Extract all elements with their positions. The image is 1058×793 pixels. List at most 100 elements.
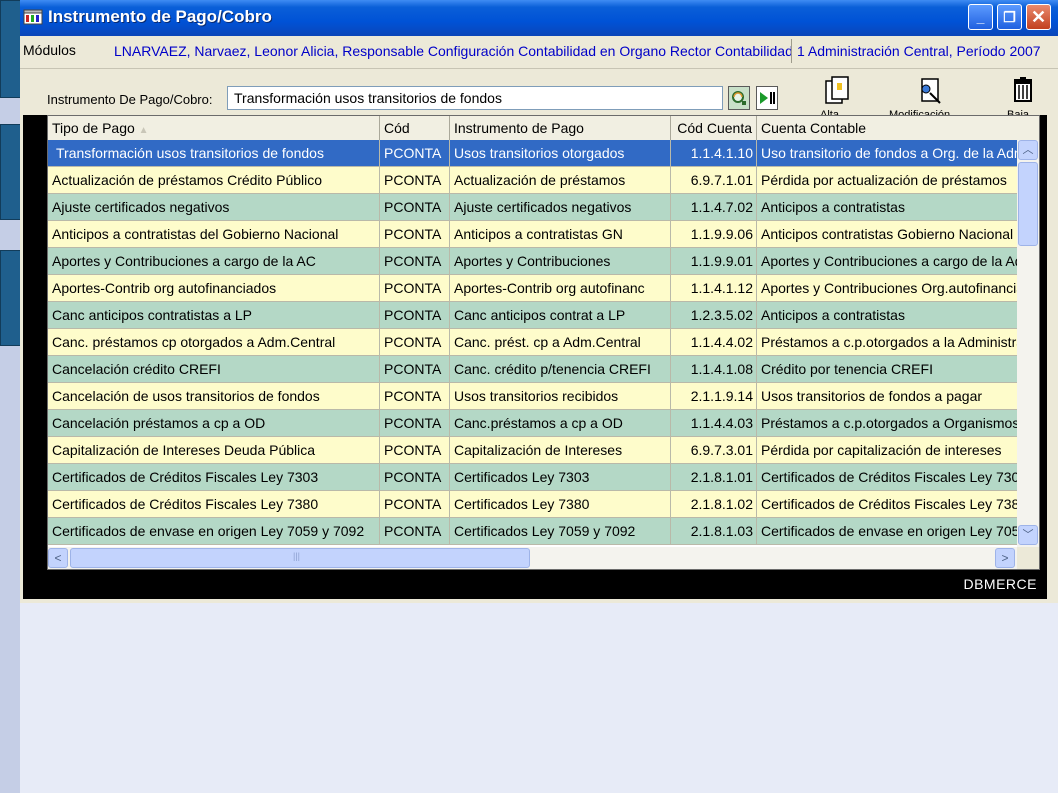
cell-cod-cuenta: 1.1.4.4.02 bbox=[671, 329, 757, 356]
cell-cuenta-contable: Anticipos contratistas Gobierno Nacional bbox=[757, 221, 1020, 248]
table-row[interactable]: Actualización de préstamos Crédito Públi… bbox=[48, 167, 1020, 194]
cell-instrumento: Capitalización de Intereses bbox=[450, 437, 671, 464]
database-name: DBMERCE bbox=[963, 576, 1037, 592]
cell-instrumento: Canc. crédito p/tenencia CREFI bbox=[450, 356, 671, 383]
cell-cod-cuenta: 1.1.4.7.02 bbox=[671, 194, 757, 221]
cell-tipo-de-pago: Canc. préstamos cp otorgados a Adm.Centr… bbox=[48, 329, 380, 356]
cell-cuenta-contable: Préstamos a c.p.otorgados a la Administr… bbox=[757, 329, 1020, 356]
cell-cuenta-contable: Pérdida por actualización de préstamos bbox=[757, 167, 1020, 194]
cell-tipo-de-pago: Aportes y Contribuciones a cargo de la A… bbox=[48, 248, 380, 275]
search-icon bbox=[732, 91, 746, 105]
baja-label: Baja bbox=[1007, 109, 1030, 115]
cell-cod: PCONTA bbox=[380, 491, 450, 518]
table-row[interactable]: Cancelación de usos transitorios de fond… bbox=[48, 383, 1020, 410]
play-next-icon bbox=[760, 92, 775, 104]
cell-cod: PCONTA bbox=[380, 221, 450, 248]
cell-cuenta-contable: Anticipos a contratistas bbox=[757, 194, 1020, 221]
scroll-left-icon[interactable]: < bbox=[48, 548, 68, 568]
cell-cod-cuenta: 1.1.4.1.08 bbox=[671, 356, 757, 383]
scroll-down-icon[interactable]: ﹀ bbox=[1018, 525, 1038, 545]
column-instrumento[interactable]: Instrumento de Pago bbox=[450, 116, 671, 140]
alta-label: Alta bbox=[820, 109, 839, 115]
grip-icon: ||| bbox=[293, 551, 301, 561]
close-button[interactable]: ✕ bbox=[1026, 4, 1051, 30]
modificacion-label: Modificación bbox=[889, 109, 951, 115]
cell-instrumento: Actualización de préstamos bbox=[450, 167, 671, 194]
left-marker-2 bbox=[0, 124, 21, 220]
table-row[interactable]: Capitalización de Intereses Deuda Públic… bbox=[48, 437, 1020, 464]
cell-instrumento: Canc. prést. cp a Adm.Central bbox=[450, 329, 671, 356]
cell-cod-cuenta: 1.1.9.9.06 bbox=[671, 221, 757, 248]
search-button[interactable] bbox=[728, 86, 750, 110]
horizontal-scroll-thumb[interactable]: ||| bbox=[70, 548, 530, 568]
go-last-button[interactable] bbox=[756, 86, 778, 110]
cell-cod: PCONTA bbox=[380, 437, 450, 464]
vertical-scrollbar[interactable]: ︿ ﹀ bbox=[1017, 140, 1039, 547]
cell-instrumento: Certificados Ley 7059 y 7092 bbox=[450, 518, 671, 545]
cell-cod-cuenta: 1.1.4.1.10 bbox=[671, 140, 757, 167]
modules-label[interactable]: Módulos bbox=[23, 42, 76, 58]
cell-cuenta-contable: Uso transitorio de fondos a Org. de la A… bbox=[757, 140, 1020, 167]
table-row[interactable]: Certificados de Créditos Fiscales Ley 73… bbox=[48, 464, 1020, 491]
cell-cuenta-contable: Aportes y Contribuciones a cargo de la A… bbox=[757, 248, 1020, 275]
column-cuenta-contable[interactable]: Cuenta Contable bbox=[757, 116, 1039, 140]
modules-bar: Módulos LNARVAEZ, Narvaez, Leonor Alicia… bbox=[20, 36, 1058, 69]
cell-instrumento: Usos transitorios recibidos bbox=[450, 383, 671, 410]
toolbar: Instrumento De Pago/Cobro: Transformació… bbox=[23, 69, 1047, 115]
table-row[interactable]: Cancelación crédito CREFI PCONTA Canc. cré… bbox=[48, 356, 1020, 383]
table-row[interactable]: Aportes y Contribuciones a cargo de la A… bbox=[48, 248, 1020, 275]
grid-header: Tipo de Pago ▲ Cód Instrumento de Pago C… bbox=[48, 116, 1039, 141]
cell-cuenta-contable: Pérdida por capitalización de intereses bbox=[757, 437, 1020, 464]
app-window: Instrumento de Pago/Cobro _ ❐ ✕ Módulos … bbox=[20, 0, 1058, 603]
content-panel: Instrumento De Pago/Cobro: Transformació… bbox=[23, 69, 1047, 599]
cell-cod: PCONTA bbox=[380, 383, 450, 410]
payment-instruments-grid: Tipo de Pago ▲ Cód Instrumento de Pago C… bbox=[47, 115, 1040, 570]
table-row[interactable]: Aportes-Contrib org autofinanciados PCONT… bbox=[48, 275, 1020, 302]
table-row[interactable]: Canc. préstamos cp otorgados a Adm.Centr… bbox=[48, 329, 1020, 356]
cell-tipo-de-pago: Ajuste certificados negativos bbox=[48, 194, 380, 221]
cell-tipo-de-pago: Cancelación de usos transitorios de fond… bbox=[48, 383, 380, 410]
table-row[interactable]: Certificados de envase en origen Ley 705… bbox=[48, 518, 1020, 545]
cell-cod: PCONTA bbox=[380, 410, 450, 437]
cell-cuenta-contable: Usos transitorios de fondos a pagar bbox=[757, 383, 1020, 410]
scroll-right-icon[interactable]: > bbox=[995, 548, 1015, 568]
table-row[interactable]: Ajuste certificados negativos PCONTA Ajust… bbox=[48, 194, 1020, 221]
cell-instrumento: Aportes-Contrib org autofinanc bbox=[450, 275, 671, 302]
table-row[interactable]: Anticipos a contratistas del Gobierno Na… bbox=[48, 221, 1020, 248]
window-title: Instrumento de Pago/Cobro bbox=[48, 7, 272, 26]
cell-instrumento: Usos transitorios otorgados bbox=[450, 140, 671, 167]
column-cod[interactable]: Cód bbox=[380, 116, 450, 140]
app-icon bbox=[23, 9, 43, 25]
cell-tipo-de-pago: Cancelación préstamos a cp a OD bbox=[48, 410, 380, 437]
table-row[interactable]: Transformación usos transitorios de fond… bbox=[48, 140, 1020, 167]
maximize-button[interactable]: ❐ bbox=[997, 4, 1022, 30]
table-row[interactable]: Canc anticipos contratistas a LP PCONTA Ca… bbox=[48, 302, 1020, 329]
title-bar[interactable]: Instrumento de Pago/Cobro _ ❐ ✕ bbox=[20, 0, 1058, 36]
horizontal-scrollbar[interactable]: < ||| > bbox=[48, 547, 1017, 569]
cell-tipo-de-pago: Capitalización de Intereses Deuda Públic… bbox=[48, 437, 380, 464]
cell-cod: PCONTA bbox=[380, 248, 450, 275]
minimize-button[interactable]: _ bbox=[968, 4, 993, 30]
scroll-up-icon[interactable]: ︿ bbox=[1018, 140, 1038, 160]
cell-cod-cuenta: 2.1.8.1.02 bbox=[671, 491, 757, 518]
cell-instrumento: Anticipos a contratistas GN bbox=[450, 221, 671, 248]
cell-cod-cuenta: 1.1.4.1.12 bbox=[671, 275, 757, 302]
organization-period: 1 Administración Central, Período 2007 bbox=[797, 43, 1041, 59]
cell-cuenta-contable: Crédito por tenencia CREFI bbox=[757, 356, 1020, 383]
vertical-scroll-thumb[interactable] bbox=[1018, 162, 1038, 246]
column-cod-cuenta[interactable]: Cód Cuenta bbox=[671, 116, 757, 140]
column-tipo-de-pago[interactable]: Tipo de Pago ▲ bbox=[48, 116, 380, 140]
cell-tipo-de-pago: Actualización de préstamos Crédito Públi… bbox=[48, 167, 380, 194]
table-row[interactable]: Certificados de Créditos Fiscales Ley 73… bbox=[48, 491, 1020, 518]
cell-cod: PCONTA bbox=[380, 464, 450, 491]
cell-cod-cuenta: 2.1.8.1.01 bbox=[671, 464, 757, 491]
instrument-search-input[interactable]: Transformación usos transitorios de fond… bbox=[227, 86, 723, 110]
cell-tipo-de-pago: Certificados de Créditos Fiscales Ley 73… bbox=[48, 464, 380, 491]
cell-cuenta-contable: Préstamos a c.p.otorgados a Organismos D… bbox=[757, 410, 1020, 437]
cell-cod-cuenta: 6.9.7.1.01 bbox=[671, 167, 757, 194]
table-row[interactable]: Cancelación préstamos a cp a OD PCONTA Can… bbox=[48, 410, 1020, 437]
cell-tipo-de-pago: Canc anticipos contratistas a LP bbox=[48, 302, 380, 329]
cell-cod: PCONTA bbox=[380, 194, 450, 221]
cell-cod-cuenta: 1.1.4.4.03 bbox=[671, 410, 757, 437]
cell-cuenta-contable: Certificados de Créditos Fiscales Ley 73… bbox=[757, 491, 1020, 518]
